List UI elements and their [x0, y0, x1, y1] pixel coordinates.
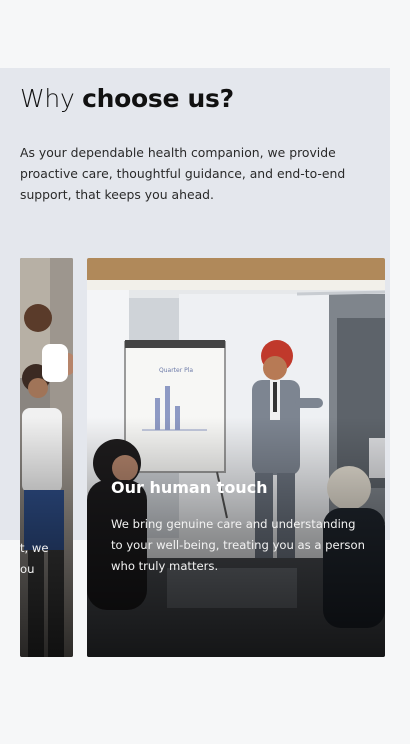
card-text-previous-line2: ou	[20, 562, 35, 576]
card-text-previous-line1: t, we	[20, 541, 49, 555]
card-description: We bring genuine care and understanding …	[111, 517, 365, 573]
section-title-regular: Why	[20, 84, 83, 113]
section-title: Why choose us?	[20, 80, 234, 118]
section-title-bold: choose us?	[82, 84, 234, 113]
card-title: Our human touch	[111, 478, 268, 497]
carousel-card-previous[interactable]: t, we ou	[20, 258, 73, 657]
carousel-card-human-touch[interactable]: Quarter Pla Our human touch We bring gen…	[87, 258, 385, 657]
card-text-previous: t, we ou	[20, 538, 73, 580]
card-overlay	[20, 417, 73, 657]
section-description: As your dependable health companion, we …	[20, 145, 346, 202]
flipchart-label: Quarter Pla	[159, 367, 193, 374]
